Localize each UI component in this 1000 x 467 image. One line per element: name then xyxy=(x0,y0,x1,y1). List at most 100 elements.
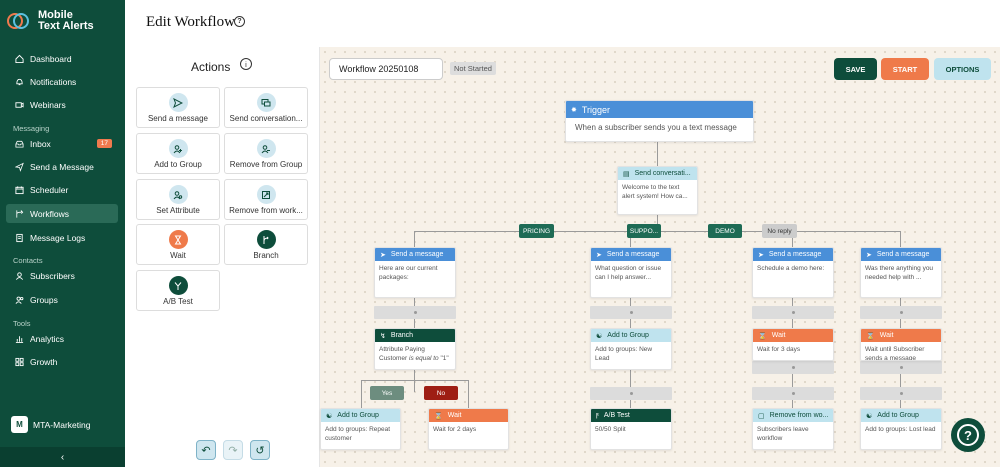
node-title: Add to Group xyxy=(337,412,379,419)
hourglass-icon: ⌛ xyxy=(434,412,443,420)
add-to-group-node[interactable]: ☯ Add to Group Add to groups: Lost lead xyxy=(860,408,942,450)
nav-dashboard[interactable]: Dashboard xyxy=(6,49,118,68)
document-icon xyxy=(15,233,24,242)
action-wait[interactable]: Wait xyxy=(136,224,220,265)
collapse-sidebar-button[interactable]: ‹ xyxy=(0,447,125,467)
help-chat-button[interactable]: ? xyxy=(951,418,985,452)
users-plus-icon: ☯ xyxy=(596,332,603,340)
actions-title: Actions xyxy=(191,60,231,74)
split-icon: ϝ xyxy=(596,412,599,419)
branch-icon xyxy=(256,230,276,249)
node-title: Wait xyxy=(879,332,894,339)
nav-workflows[interactable]: Workflows xyxy=(6,204,118,223)
add-step-placeholder[interactable] xyxy=(590,387,672,400)
brand-logo[interactable]: Mobile Text Alerts xyxy=(7,10,94,32)
nav-scheduler[interactable]: Scheduler xyxy=(6,180,118,199)
branch-tag-no[interactable]: No xyxy=(424,386,458,400)
nav-groups[interactable]: Groups xyxy=(6,290,118,309)
nav-webinars[interactable]: Webinars xyxy=(6,95,118,114)
question-icon: ? xyxy=(957,424,979,446)
send-message-node[interactable]: ➤ Send a message Schedule a demo here: xyxy=(752,247,834,298)
branch-tag-yes[interactable]: Yes xyxy=(370,386,404,400)
add-step-placeholder[interactable] xyxy=(752,361,834,374)
nav-send-message-label: Send a Message xyxy=(30,161,94,172)
nav-workflows-label: Workflows xyxy=(30,208,70,219)
nav-send-message[interactable]: Send a Message xyxy=(6,157,118,176)
sidebar: Mobile Text Alerts Dashboard Notification… xyxy=(0,0,125,467)
node-title: Send a message xyxy=(606,251,660,258)
nav-growth-label: Growth xyxy=(30,356,58,367)
action-send-conversation[interactable]: Send conversation... xyxy=(224,87,308,128)
wait-node[interactable]: ⌛ Wait Wait until Subscriber sends a mess… xyxy=(860,328,942,361)
add-to-group-node[interactable]: ☯ Add to Group Add to groups: New Lead xyxy=(590,328,672,370)
remove-from-workflow-node[interactable]: ▢ Remove from wo... Subscribers leave wor… xyxy=(752,408,834,450)
action-send-message[interactable]: Send a message xyxy=(136,87,220,128)
send-conversation-node[interactable]: ▤ Send conversati... Welcome to the text … xyxy=(617,166,698,215)
action-add-to-group[interactable]: Add to Group xyxy=(136,133,220,174)
bell-icon xyxy=(15,77,24,86)
nav-notifications[interactable]: Notifications xyxy=(6,72,118,91)
trigger-node[interactable]: ✸ Trigger When a subscriber sends you a t… xyxy=(565,100,754,142)
add-step-placeholder[interactable] xyxy=(590,306,672,319)
nav-section-contacts: Contacts xyxy=(13,256,43,265)
redo-button[interactable]: ↷ xyxy=(223,440,243,460)
branch-tag-support[interactable]: SUPPO... xyxy=(627,224,661,238)
ab-test-node[interactable]: ϝ A/B Test 50/50 Split xyxy=(590,408,672,450)
branch-tag-no-reply[interactable]: No reply xyxy=(762,224,797,238)
wait-node[interactable]: ⌛ Wait Wait for 2 days xyxy=(428,408,509,450)
help-icon[interactable]: ? xyxy=(234,16,245,27)
add-to-group-node[interactable]: ☯ Add to Group Add to groups: Repeat cust… xyxy=(320,408,401,450)
options-button[interactable]: OPTIONS xyxy=(934,58,991,80)
action-label: Branch xyxy=(253,251,279,260)
send-message-node[interactable]: ➤ Send a message Was there anything you n… xyxy=(860,247,942,298)
node-title: Send a message xyxy=(876,251,930,258)
users-plus-icon xyxy=(168,139,188,158)
nav-webinars-label: Webinars xyxy=(30,99,66,110)
nav-inbox[interactable]: Inbox 17 xyxy=(6,134,118,153)
wait-node[interactable]: ⌛ Wait Wait for 3 days xyxy=(752,328,834,361)
node-body: Add to groups: New Lead xyxy=(595,346,653,362)
node-title: Branch xyxy=(390,332,414,339)
send-message-node[interactable]: ➤ Send a message Here are our current pac… xyxy=(374,247,456,298)
node-body: Welcome to the text alert system! How ca… xyxy=(622,184,688,200)
branch-node[interactable]: ↯ Branch Attribute Paying Customer is equa… xyxy=(374,328,456,370)
action-ab-test[interactable]: A/B Test xyxy=(136,270,220,311)
add-step-placeholder[interactable] xyxy=(860,306,942,319)
workflow-name-input[interactable] xyxy=(329,58,443,80)
info-icon[interactable]: i xyxy=(240,58,252,70)
node-body: Add to groups: Repeat customer xyxy=(325,426,391,442)
action-remove-from-workflow[interactable]: Remove from work... xyxy=(224,179,308,220)
add-step-placeholder[interactable] xyxy=(752,387,834,400)
node-body: Wait for 3 days xyxy=(757,346,801,353)
action-branch[interactable]: Branch xyxy=(224,224,308,265)
node-title: Send a message xyxy=(390,251,444,258)
add-step-placeholder[interactable] xyxy=(374,306,456,319)
send-icon: ➤ xyxy=(866,251,872,259)
action-remove-from-group[interactable]: Remove from Group xyxy=(224,133,308,174)
inbox-icon xyxy=(15,139,24,148)
video-icon xyxy=(15,100,24,109)
add-step-placeholder[interactable] xyxy=(860,387,942,400)
add-step-placeholder[interactable] xyxy=(860,361,942,374)
action-label: Remove from work... xyxy=(229,206,303,215)
branch-tag-pricing[interactable]: PRICING xyxy=(519,224,554,238)
connector xyxy=(657,142,658,166)
reset-button[interactable]: ↺ xyxy=(250,440,270,460)
nav-analytics[interactable]: Analytics xyxy=(6,329,118,348)
add-step-placeholder[interactable] xyxy=(752,306,834,319)
home-icon xyxy=(15,54,24,63)
start-button[interactable]: START xyxy=(881,58,929,80)
branch-tag-demo[interactable]: DEMO xyxy=(708,224,742,238)
org-switcher[interactable]: M MTA-Marketing xyxy=(11,416,90,433)
send-message-node[interactable]: ➤ Send a message What question or issue c… xyxy=(590,247,672,298)
node-body: Wait until Subscriber sends a message xyxy=(865,346,925,361)
save-button[interactable]: SAVE xyxy=(834,58,877,80)
action-set-attribute[interactable]: Set Attribute xyxy=(136,179,220,220)
undo-button[interactable]: ↶ xyxy=(196,440,216,460)
nav-scheduler-label: Scheduler xyxy=(30,184,69,195)
nav-notifications-label: Notifications xyxy=(30,76,77,87)
nav-message-logs[interactable]: Message Logs xyxy=(6,228,118,247)
nav-growth[interactable]: Growth xyxy=(6,352,118,371)
nav-subscribers[interactable]: Subscribers xyxy=(6,266,118,285)
undo-icon: ↶ xyxy=(201,444,211,457)
